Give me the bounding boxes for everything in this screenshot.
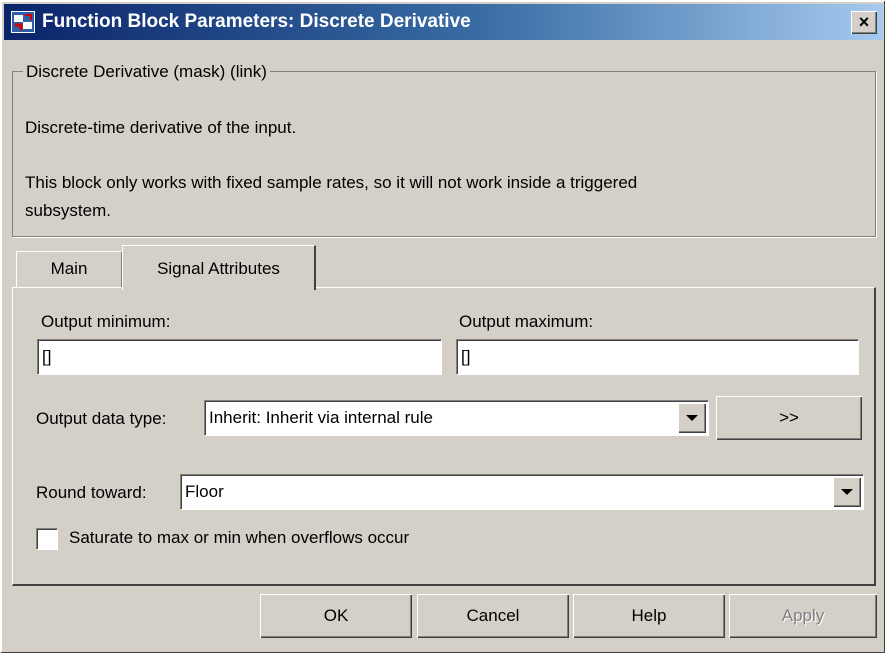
tab-signal-attributes-label: Signal Attributes — [157, 259, 280, 278]
saturate-label: Saturate to max or min when overflows oc… — [69, 528, 410, 547]
description-line-3: subsystem. — [25, 201, 111, 220]
description-group-title: Discrete Derivative (mask) (link) — [23, 63, 270, 81]
close-icon: × — [858, 12, 870, 32]
output-minimum-label: Output minimum: — [41, 312, 171, 331]
saturate-checkbox[interactable] — [36, 528, 58, 550]
apply-button-label: Apply — [781, 606, 825, 625]
description-line-1: Discrete-time derivative of the input. — [25, 118, 297, 137]
round-toward-label: Round toward: — [36, 483, 147, 502]
help-button-label: Help — [631, 606, 667, 625]
tab-signal-attributes[interactable]: Signal Attributes — [122, 245, 316, 290]
round-toward-select[interactable]: Floor — [180, 474, 864, 510]
simulink-block-icon — [11, 11, 35, 33]
chevron-down-icon[interactable] — [833, 477, 861, 507]
cancel-button-label: Cancel — [466, 606, 520, 625]
title-bar[interactable]: Function Block Parameters: Discrete Deri… — [4, 4, 883, 40]
dialog-window: Function Block Parameters: Discrete Deri… — [0, 0, 886, 654]
data-type-assistant-label: >> — [779, 408, 799, 427]
description-line-2: This block only works with fixed sample … — [25, 173, 638, 192]
cancel-button[interactable]: Cancel — [417, 594, 569, 638]
description-group — [12, 71, 876, 237]
output-data-type-label: Output data type: — [36, 409, 167, 428]
output-maximum-label: Output maximum: — [459, 312, 594, 331]
data-type-assistant-button[interactable]: >> — [716, 396, 862, 440]
output-data-type-select[interactable]: Inherit: Inherit via internal rule — [204, 400, 709, 436]
window-title: Function Block Parameters: Discrete Deri… — [42, 11, 471, 32]
output-minimum-input[interactable]: [] — [37, 339, 442, 375]
apply-button[interactable]: Apply — [729, 594, 877, 638]
tab-main-label: Main — [50, 259, 88, 278]
output-data-type-value: Inherit: Inherit via internal rule — [209, 408, 433, 427]
tab-main[interactable]: Main — [16, 251, 122, 288]
help-button[interactable]: Help — [573, 594, 725, 638]
output-maximum-input[interactable]: [] — [456, 339, 859, 375]
ok-button-label: OK — [323, 606, 349, 625]
round-toward-value: Floor — [185, 482, 224, 501]
close-button[interactable]: × — [851, 11, 877, 34]
chevron-down-icon[interactable] — [678, 403, 706, 433]
ok-button[interactable]: OK — [260, 594, 412, 638]
